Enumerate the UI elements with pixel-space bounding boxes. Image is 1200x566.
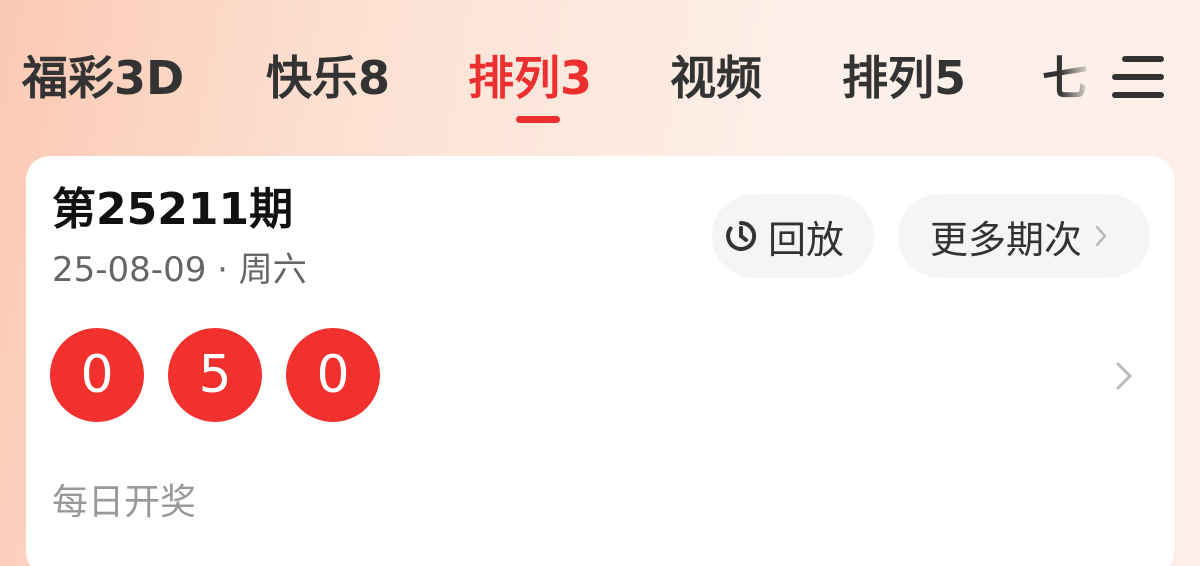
tab-fucai-3d[interactable]: 福彩3D <box>22 48 184 108</box>
draw-result-card[interactable]: 第25211期 25-08-09 · 周六 回放 更多期次 0 5 0 每日开奖 <box>26 156 1174 566</box>
number-ball: 0 <box>50 328 144 422</box>
more-issues-button[interactable]: 更多期次 <box>898 194 1150 278</box>
winning-numbers: 0 5 0 <box>50 328 380 424</box>
draw-date: 25-08-09 · 周六 <box>52 250 307 290</box>
issue-number: 第25211期 <box>52 184 294 235</box>
tab-video[interactable]: 视频 <box>670 48 762 108</box>
number-ball: 5 <box>168 328 262 422</box>
replay-button[interactable]: 回放 <box>712 194 874 278</box>
active-tab-indicator <box>516 116 560 123</box>
replay-label: 回放 <box>768 217 845 262</box>
tab-pailie-5[interactable]: 排列5 <box>842 48 966 108</box>
chevron-right-icon <box>1095 225 1107 247</box>
menu-icon[interactable] <box>1112 56 1164 98</box>
replay-timer-icon <box>726 220 757 251</box>
tab-pailie-3[interactable]: 排列3 <box>468 48 592 108</box>
tab-kuaile-8[interactable]: 快乐8 <box>266 48 390 108</box>
draw-schedule: 每日开奖 <box>52 482 197 523</box>
tab-overflow-fade <box>1060 40 1100 120</box>
more-issues-label: 更多期次 <box>930 217 1083 262</box>
lottery-tab-bar: 福彩3D 快乐8 排列3 视频 排列5 七 <box>0 0 1200 150</box>
chevron-right-icon[interactable] <box>1112 358 1136 394</box>
number-ball: 0 <box>286 328 380 422</box>
